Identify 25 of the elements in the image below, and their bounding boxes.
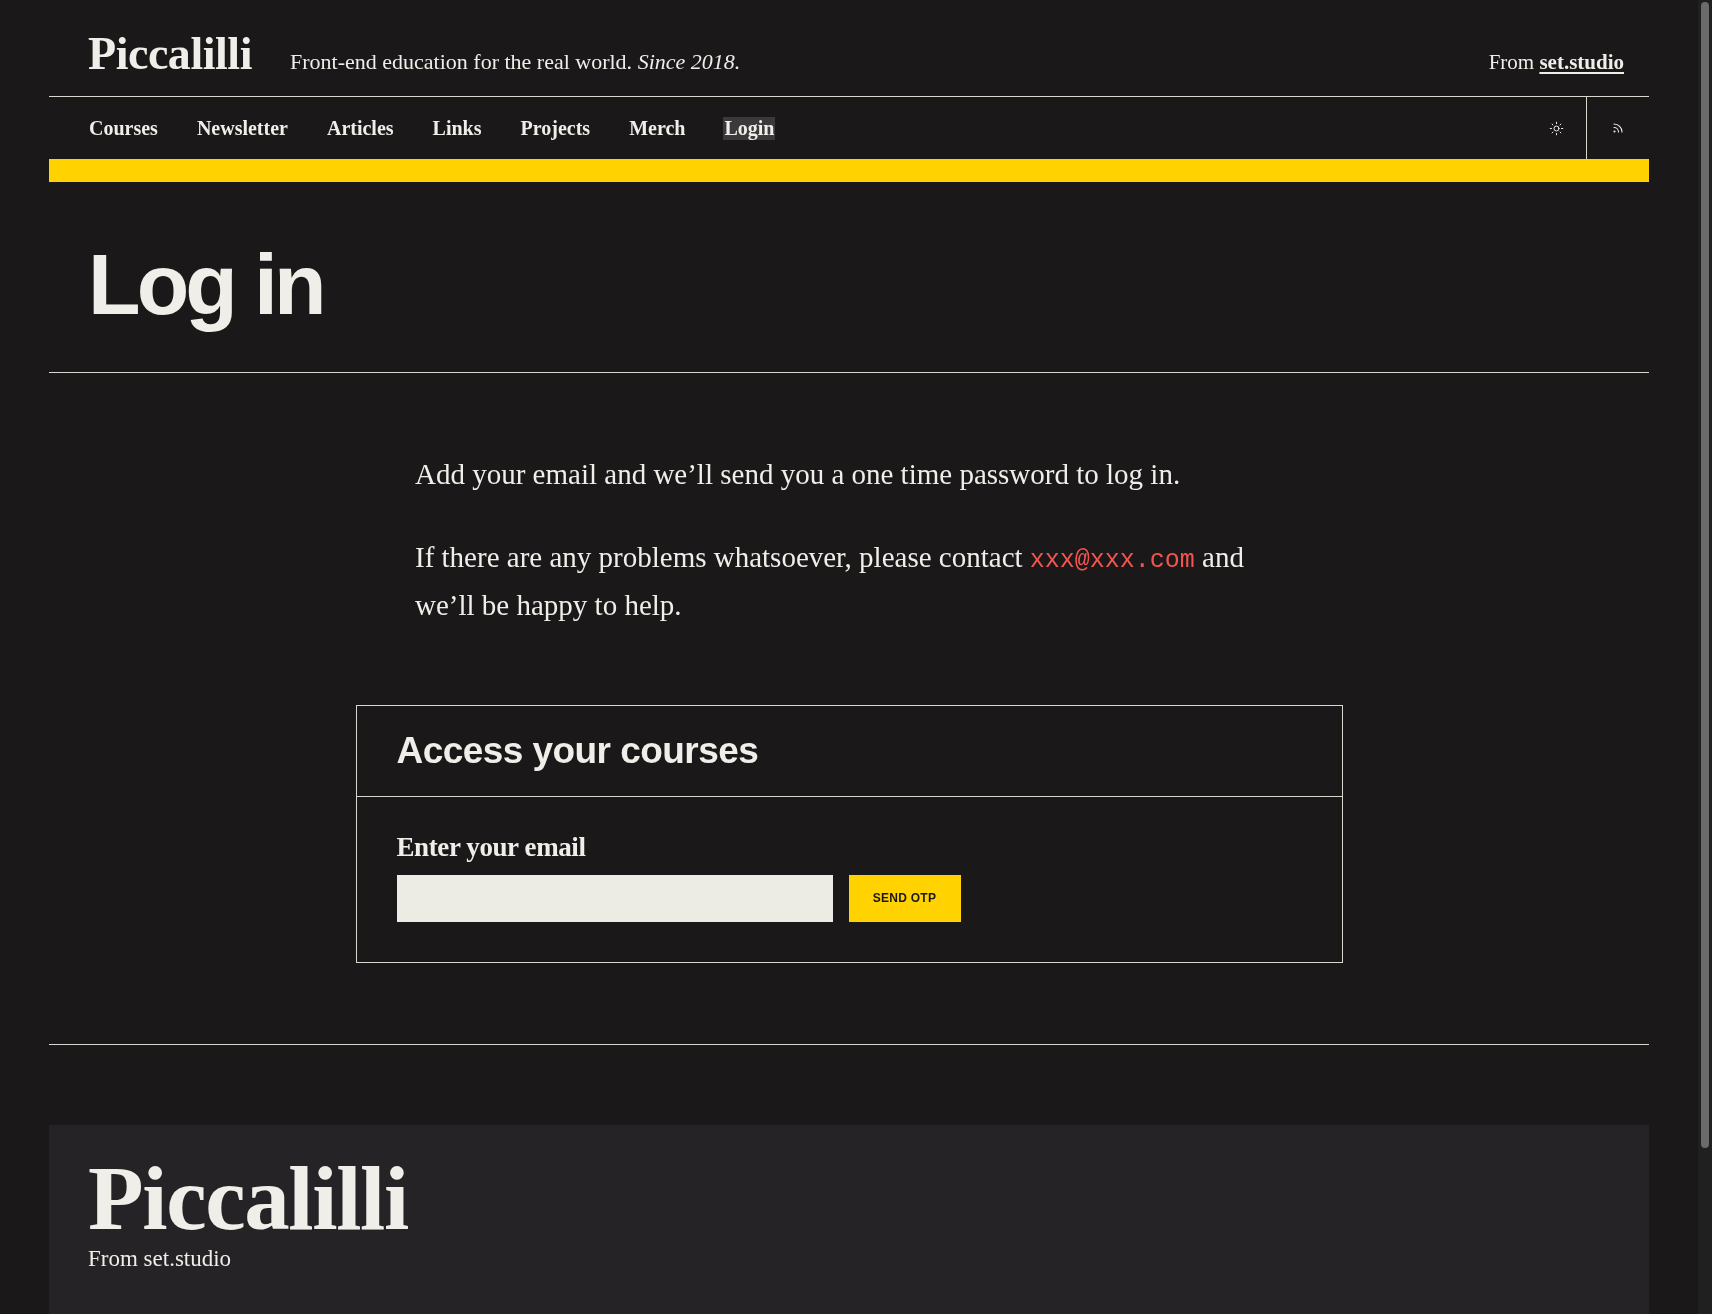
site-logo[interactable]: Piccalilli xyxy=(88,26,252,82)
attribution-text: From set.studio xyxy=(1488,50,1624,76)
page-title: Log in xyxy=(88,235,324,334)
footer-text: From set.studio xyxy=(88,1245,232,1272)
footer-logo: Piccalilli xyxy=(88,1152,408,1244)
scrollbar-track[interactable] xyxy=(1698,0,1712,1314)
nav-link[interactable]: Links xyxy=(431,116,483,140)
rss-icon xyxy=(1612,122,1624,134)
email-input[interactable] xyxy=(396,874,833,922)
nav-link[interactable]: Merch xyxy=(628,116,687,140)
nav-link[interactable]: Login xyxy=(723,116,776,140)
site-tagline: Front-end education for the real world. Since 2018. xyxy=(290,49,741,76)
field-label: Enter your email xyxy=(396,831,586,863)
nav-link[interactable]: Courses xyxy=(88,116,159,140)
card-title: Access your courses xyxy=(396,730,759,772)
nav-link[interactable]: Projects xyxy=(519,116,592,140)
sun-icon xyxy=(1548,120,1564,136)
nav-link[interactable]: Articles xyxy=(325,116,395,140)
contact-paragraph: If there are any problems whatsoever, please contact xxx@xxx.com and we’ll be happy to help. xyxy=(415,539,1245,623)
scrollbar-thumb[interactable] xyxy=(1701,2,1709,1148)
send-otp-button[interactable]: SEND OTP xyxy=(848,874,961,922)
nav-link[interactable]: Newsletter xyxy=(195,116,289,140)
email-link[interactable]: xxx@xxx.com xyxy=(1029,545,1195,575)
intro-paragraph: Add your email and we’ll send you a one time password to log in. xyxy=(415,456,1182,492)
studio-link[interactable]: set.studio xyxy=(1539,50,1624,74)
